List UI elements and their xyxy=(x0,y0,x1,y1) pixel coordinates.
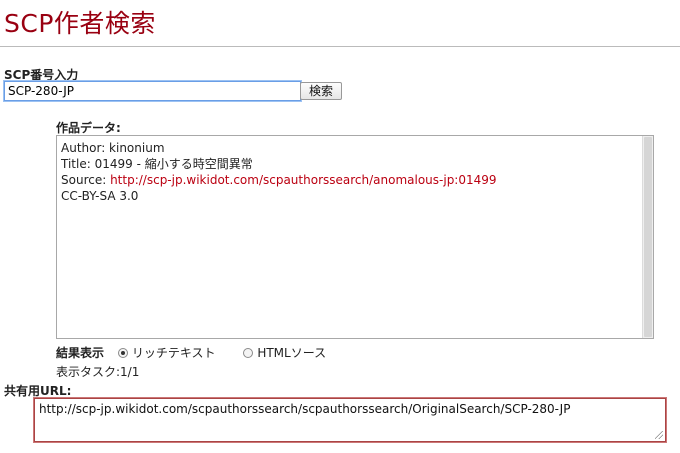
work-data-label: 作品データ: xyxy=(56,121,121,135)
share-url-text: http://scp-jp.wikidot.com/scpauthorssear… xyxy=(39,402,571,416)
display-mode-label: 結果表示 xyxy=(56,346,105,360)
work-data-content: Author: kinonium Title: 01499 - 縮小する時空間異… xyxy=(61,140,641,336)
option-html-source[interactable]: HTMLソース xyxy=(243,344,326,361)
share-url-textarea[interactable]: http://scp-jp.wikidot.com/scpauthorssear… xyxy=(34,398,666,442)
html-source-label: HTMLソース xyxy=(257,346,327,360)
license-line: CC-BY-SA 3.0 xyxy=(61,189,139,203)
page-title: SCP作者検索 xyxy=(4,9,156,38)
vertical-scrollbar[interactable] xyxy=(642,136,653,338)
html-source-radio[interactable] xyxy=(243,348,254,358)
display-mode-row: 結果表示 リッチテキスト HTMLソース xyxy=(56,344,350,362)
title-divider xyxy=(0,46,680,47)
source-prefix: Source: xyxy=(61,173,111,187)
scp-number-input[interactable] xyxy=(4,81,301,101)
task-status: 表示タスク:1/1 xyxy=(56,365,140,379)
option-rich-text[interactable]: リッチテキスト xyxy=(117,344,216,361)
search-button[interactable]: 検索 xyxy=(300,82,342,100)
author-line: Author: kinonium xyxy=(61,141,165,155)
share-url-label: 共有用URL: xyxy=(4,384,72,398)
source-line: Source: http://scp-jp.wikidot.com/scpaut… xyxy=(61,172,641,188)
rich-text-radio[interactable] xyxy=(117,348,128,358)
work-data-panel[interactable]: Author: kinonium Title: 01499 - 縮小する時空間異… xyxy=(56,135,654,339)
title-line: Title: 01499 - 縮小する時空間異常 xyxy=(61,157,253,171)
rich-text-label: リッチテキスト xyxy=(131,346,216,360)
source-link[interactable]: http://scp-jp.wikidot.com/scpauthorssear… xyxy=(110,173,496,187)
scrollbar-thumb[interactable] xyxy=(644,137,652,337)
resize-grip-icon[interactable] xyxy=(655,431,663,439)
